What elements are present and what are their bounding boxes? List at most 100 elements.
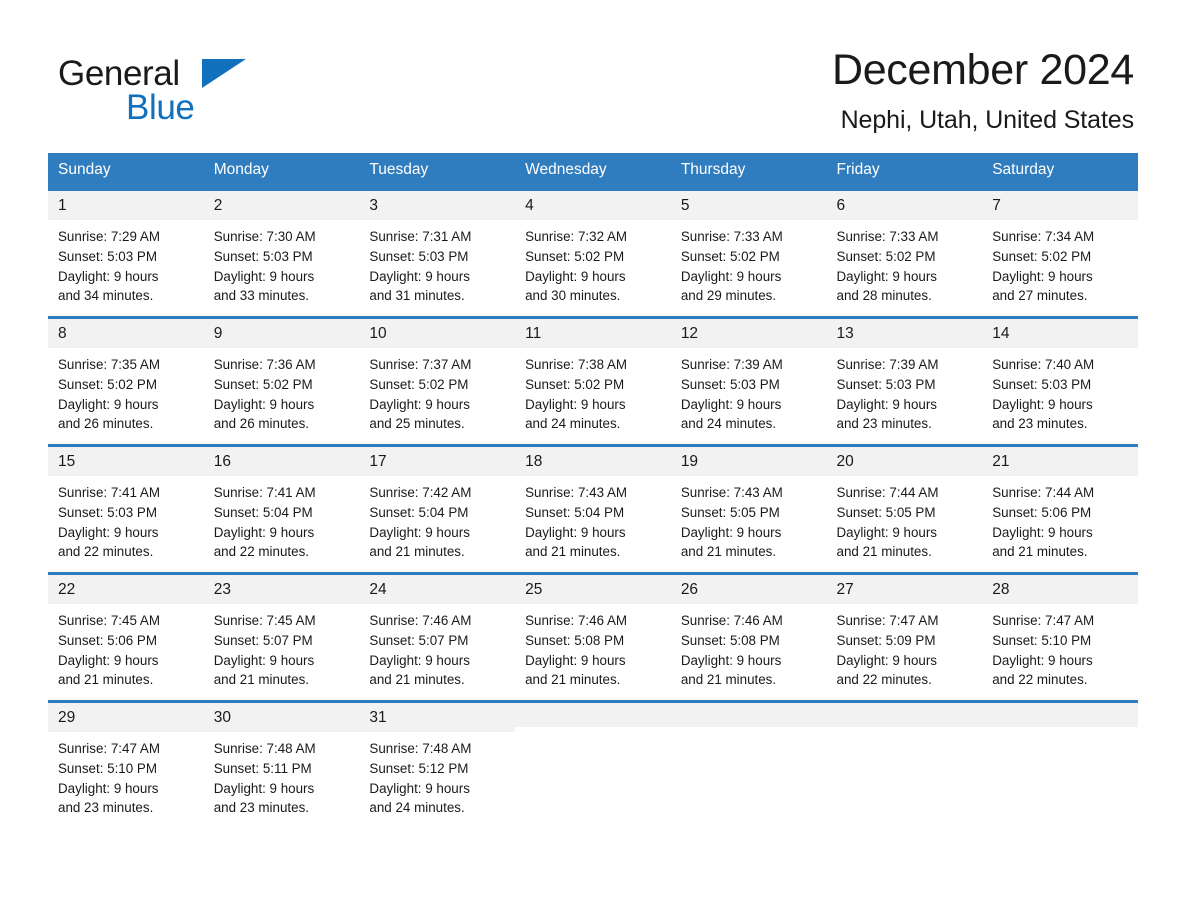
day-details: Sunrise: 7:41 AM Sunset: 5:04 PM Daylight:… bbox=[204, 476, 360, 572]
calendar-day-cell[interactable]: 12 Sunrise: 7:39 AM Sunset: 5:03 PM Dayligh… bbox=[670, 316, 827, 446]
sunset-time: Sunset: 5:07 PM bbox=[369, 632, 469, 648]
sunset-time: Sunset: 5:04 PM bbox=[525, 504, 625, 520]
day-number: 29 bbox=[48, 703, 204, 732]
sunset-time: Sunset: 5:09 PM bbox=[836, 632, 936, 648]
page-header: General Blue December 2024 Nephi, Utah, … bbox=[0, 0, 1188, 135]
sunrise-time: Sunrise: 7:48 AM bbox=[213, 740, 316, 756]
day-number: 20 bbox=[826, 447, 983, 476]
day-details bbox=[671, 727, 827, 823]
calendar-day-cell[interactable]: 22 Sunrise: 7:45 AM Sunset: 5:06 PM Dayligh… bbox=[48, 572, 204, 702]
daylight-duration-line-2: and 26 minutes. bbox=[58, 416, 154, 432]
day-details: Sunrise: 7:36 AM Sunset: 5:02 PM Daylight:… bbox=[204, 348, 360, 444]
calendar-day-cell[interactable]: 31 Sunrise: 7:48 AM Sunset: 5:12 PM Dayligh… bbox=[359, 700, 516, 829]
calendar-day-cell[interactable]: 7 Sunrise: 7:34 AM Sunset: 5:02 PM Daylight… bbox=[982, 188, 1138, 318]
sunrise-time: Sunrise: 7:29 AM bbox=[58, 228, 160, 244]
calendar-day-cell-empty bbox=[982, 700, 1138, 829]
day-details: Sunrise: 7:39 AM Sunset: 5:03 PM Daylight:… bbox=[827, 348, 983, 444]
day-number: 22 bbox=[48, 575, 204, 604]
daylight-duration-line-1: Daylight: 9 hours bbox=[213, 524, 315, 540]
day-details: Sunrise: 7:38 AM Sunset: 5:02 PM Daylight:… bbox=[515, 348, 671, 444]
day-number: 4 bbox=[515, 191, 671, 220]
day-number: 27 bbox=[826, 575, 983, 604]
calendar-day-cell[interactable]: 10 Sunrise: 7:37 AM Sunset: 5:02 PM Dayligh… bbox=[359, 316, 516, 446]
calendar-page: General Blue December 2024 Nephi, Utah, … bbox=[0, 0, 1188, 918]
day-details: Sunrise: 7:33 AM Sunset: 5:02 PM Daylight:… bbox=[671, 220, 827, 316]
calendar-day-cell[interactable]: 29 Sunrise: 7:47 AM Sunset: 5:10 PM Dayligh… bbox=[48, 700, 204, 829]
day-number: 12 bbox=[670, 319, 827, 348]
sunset-time: Sunset: 5:10 PM bbox=[58, 760, 157, 776]
daylight-duration-line-1: Daylight: 9 hours bbox=[369, 780, 470, 796]
calendar-day-cell[interactable]: 13 Sunrise: 7:39 AM Sunset: 5:03 PM Dayligh… bbox=[826, 316, 983, 446]
daylight-duration-line-2: and 21 minutes. bbox=[525, 544, 621, 560]
daylight-duration-line-1: Daylight: 9 hours bbox=[369, 652, 470, 668]
daylight-duration-line-1: Daylight: 9 hours bbox=[680, 652, 782, 668]
day-number: 7 bbox=[982, 191, 1138, 220]
sunset-time: Sunset: 5:10 PM bbox=[992, 632, 1092, 648]
calendar-day-cell[interactable]: 19 Sunrise: 7:43 AM Sunset: 5:05 PM Dayligh… bbox=[670, 444, 827, 574]
weekday-header-thursday: Thursday bbox=[670, 153, 827, 190]
sunrise-time: Sunrise: 7:39 AM bbox=[836, 356, 939, 372]
daylight-duration-line-1: Daylight: 9 hours bbox=[992, 396, 1093, 412]
sunrise-time: Sunrise: 7:45 AM bbox=[213, 612, 316, 628]
calendar-day-cell[interactable]: 16 Sunrise: 7:41 AM Sunset: 5:04 PM Dayligh… bbox=[203, 444, 360, 574]
daylight-duration-line-2: and 22 minutes. bbox=[992, 672, 1088, 688]
day-details: Sunrise: 7:43 AM Sunset: 5:05 PM Daylight:… bbox=[671, 476, 827, 572]
day-details: Sunrise: 7:34 AM Sunset: 5:02 PM Daylight:… bbox=[982, 220, 1138, 316]
weekday-header-row: Sunday Monday Tuesday Wednesday Thursday Frid… bbox=[48, 153, 1138, 190]
day-number: 18 bbox=[515, 447, 671, 476]
calendar-day-cell[interactable]: 2 Sunrise: 7:30 AM Sunset: 5:03 PM Daylight… bbox=[203, 188, 360, 318]
sunrise-time: Sunrise: 7:48 AM bbox=[369, 740, 472, 756]
calendar-day-cell[interactable]: 5 Sunrise: 7:33 AM Sunset: 5:02 PM Daylight… bbox=[670, 188, 827, 318]
calendar-day-cell[interactable]: 23 Sunrise: 7:45 AM Sunset: 5:07 PM Dayligh… bbox=[203, 572, 360, 702]
daylight-duration-line-2: and 23 minutes. bbox=[58, 800, 154, 816]
sunset-time: Sunset: 5:04 PM bbox=[369, 504, 469, 520]
calendar-day-cell[interactable]: 9 Sunrise: 7:36 AM Sunset: 5:02 PM Daylight… bbox=[203, 316, 360, 446]
daylight-duration-line-2: and 21 minutes. bbox=[680, 544, 777, 560]
calendar-day-cell[interactable]: 27 Sunrise: 7:47 AM Sunset: 5:09 PM Dayligh… bbox=[826, 572, 983, 702]
day-details: Sunrise: 7:47 AM Sunset: 5:09 PM Daylight:… bbox=[827, 604, 983, 700]
sunset-time: Sunset: 5:02 PM bbox=[525, 248, 625, 264]
calendar-day-cell[interactable]: 1 Sunrise: 7:29 AM Sunset: 5:03 PM Daylight… bbox=[48, 188, 204, 318]
calendar-day-cell[interactable]: 24 Sunrise: 7:46 AM Sunset: 5:07 PM Dayligh… bbox=[359, 572, 516, 702]
day-details: Sunrise: 7:42 AM Sunset: 5:04 PM Daylight:… bbox=[359, 476, 515, 572]
day-details: Sunrise: 7:46 AM Sunset: 5:07 PM Daylight:… bbox=[359, 604, 515, 700]
calendar-day-cell[interactable]: 21 Sunrise: 7:44 AM Sunset: 5:06 PM Dayligh… bbox=[982, 444, 1138, 574]
day-details: Sunrise: 7:30 AM Sunset: 5:03 PM Daylight:… bbox=[204, 220, 360, 316]
day-details: Sunrise: 7:41 AM Sunset: 5:03 PM Daylight:… bbox=[48, 476, 204, 572]
calendar-day-cell[interactable]: 25 Sunrise: 7:46 AM Sunset: 5:08 PM Dayligh… bbox=[515, 572, 671, 702]
page-title: December 2024 bbox=[831, 46, 1134, 94]
day-details: Sunrise: 7:48 AM Sunset: 5:11 PM Daylight:… bbox=[204, 732, 360, 828]
sunrise-time: Sunrise: 7:39 AM bbox=[680, 356, 783, 372]
sunrise-time: Sunrise: 7:44 AM bbox=[992, 484, 1095, 500]
sunset-time: Sunset: 5:07 PM bbox=[213, 632, 313, 648]
calendar-day-cell[interactable]: 20 Sunrise: 7:44 AM Sunset: 5:05 PM Dayligh… bbox=[826, 444, 983, 574]
daylight-duration-line-2: and 27 minutes. bbox=[992, 288, 1088, 304]
sunrise-time: Sunrise: 7:33 AM bbox=[836, 228, 939, 244]
daylight-duration-line-1: Daylight: 9 hours bbox=[213, 396, 315, 412]
sunset-time: Sunset: 5:04 PM bbox=[213, 504, 313, 520]
weekday-header-monday: Monday bbox=[203, 153, 360, 190]
sunset-time: Sunset: 5:05 PM bbox=[680, 504, 780, 520]
calendar-day-cell[interactable]: 6 Sunrise: 7:33 AM Sunset: 5:02 PM Daylight… bbox=[826, 188, 983, 318]
daylight-duration-line-1: Daylight: 9 hours bbox=[992, 524, 1093, 540]
calendar-day-cell[interactable]: 28 Sunrise: 7:47 AM Sunset: 5:10 PM Dayligh… bbox=[982, 572, 1138, 702]
calendar-day-cell[interactable]: 26 Sunrise: 7:46 AM Sunset: 5:08 PM Dayligh… bbox=[670, 572, 827, 702]
sunrise-time: Sunrise: 7:43 AM bbox=[680, 484, 783, 500]
calendar-day-cell[interactable]: 8 Sunrise: 7:35 AM Sunset: 5:02 PM Daylight… bbox=[48, 316, 204, 446]
sunset-time: Sunset: 5:12 PM bbox=[369, 760, 469, 776]
calendar-day-cell[interactable]: 14 Sunrise: 7:40 AM Sunset: 5:03 PM Dayligh… bbox=[982, 316, 1138, 446]
calendar-day-cell[interactable]: 11 Sunrise: 7:38 AM Sunset: 5:02 PM Dayligh… bbox=[515, 316, 671, 446]
sunrise-time: Sunrise: 7:37 AM bbox=[369, 356, 472, 372]
day-details: Sunrise: 7:48 AM Sunset: 5:12 PM Daylight:… bbox=[359, 732, 515, 828]
calendar-day-cell[interactable]: 30 Sunrise: 7:48 AM Sunset: 5:11 PM Dayligh… bbox=[203, 700, 360, 829]
day-details: Sunrise: 7:33 AM Sunset: 5:02 PM Daylight:… bbox=[827, 220, 983, 316]
calendar-day-cell[interactable]: 15 Sunrise: 7:41 AM Sunset: 5:03 PM Dayligh… bbox=[48, 444, 204, 574]
daylight-duration-line-1: Daylight: 9 hours bbox=[992, 268, 1093, 284]
calendar-day-cell[interactable]: 3 Sunrise: 7:31 AM Sunset: 5:03 PM Daylight… bbox=[359, 188, 516, 318]
day-number: 26 bbox=[670, 575, 827, 604]
calendar-day-cell[interactable]: 18 Sunrise: 7:43 AM Sunset: 5:04 PM Dayligh… bbox=[515, 444, 671, 574]
logo-triangle-icon bbox=[202, 59, 246, 88]
calendar-day-cell[interactable]: 4 Sunrise: 7:32 AM Sunset: 5:02 PM Daylight… bbox=[515, 188, 671, 318]
sunrise-time: Sunrise: 7:46 AM bbox=[369, 612, 472, 628]
calendar-day-cell[interactable]: 17 Sunrise: 7:42 AM Sunset: 5:04 PM Dayligh… bbox=[359, 444, 516, 574]
